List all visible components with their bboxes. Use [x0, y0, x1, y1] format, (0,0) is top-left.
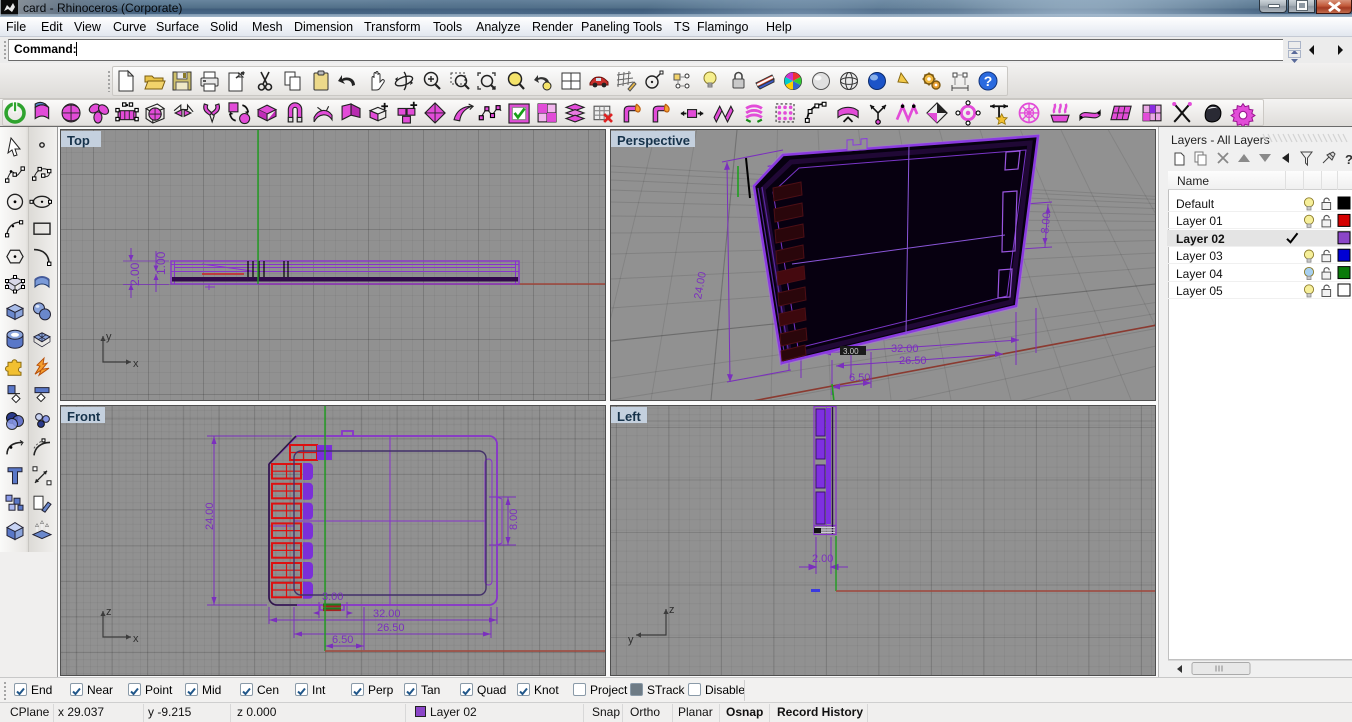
svg-text:8.00: 8.00	[1039, 212, 1053, 235]
svg-text:6.50: 6.50	[849, 372, 870, 384]
svg-text:3.00: 3.00	[322, 591, 343, 603]
svg-text:y: y	[106, 331, 112, 343]
svg-text:z: z	[106, 606, 112, 618]
svg-text:1.00: 1.00	[154, 251, 168, 275]
svg-text:8.00: 8.00	[508, 509, 520, 530]
svg-text:x: x	[133, 358, 139, 370]
svg-text:2.00: 2.00	[812, 553, 833, 565]
svg-text:2.00: 2.00	[128, 262, 142, 286]
svg-text:?: ?	[984, 73, 993, 89]
svg-text:3.00: 3.00	[843, 347, 859, 356]
svg-text:26.50: 26.50	[899, 355, 927, 367]
svg-text:z: z	[669, 604, 675, 616]
svg-text:?: ?	[1345, 152, 1352, 167]
svg-text:6.50: 6.50	[332, 634, 353, 646]
svg-text:x: x	[133, 633, 139, 645]
svg-text:32.00: 32.00	[891, 343, 919, 355]
svg-text:26.50: 26.50	[377, 622, 405, 634]
svg-text:32.00: 32.00	[373, 608, 401, 620]
svg-text:24.00: 24.00	[204, 502, 216, 530]
svg-text:y: y	[628, 634, 634, 646]
